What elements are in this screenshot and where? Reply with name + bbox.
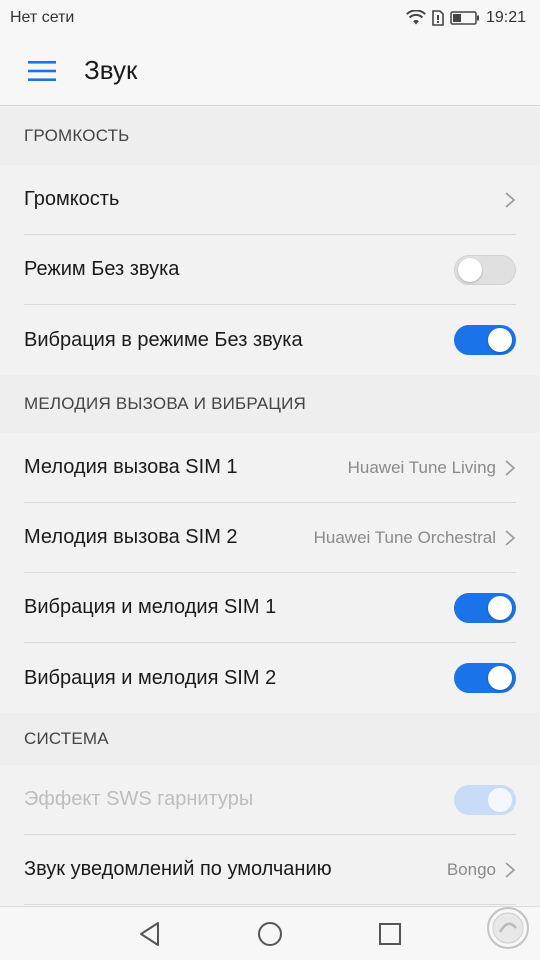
setting-label: Мелодия вызова SIM 1	[24, 456, 238, 478]
app-bar: Звук	[0, 36, 540, 106]
chevron-right-icon	[505, 459, 516, 476]
setting-label: Режим Без звука	[24, 258, 180, 280]
setting-label: Вибрация и мелодия SIM 2	[24, 666, 277, 689]
chevron-right-icon	[505, 529, 516, 546]
setting-label: Вибрация в режиме Без звука	[24, 328, 303, 351]
setting-label: Звук уведомлений по умолчанию	[24, 858, 332, 880]
clock: 19:21	[485, 9, 526, 26]
hamburger-menu-icon	[28, 60, 56, 81]
vibrate-ring-sim2-toggle[interactable]	[454, 663, 516, 693]
setting-silent-mode[interactable]: Режим Без звука	[24, 235, 516, 305]
setting-vibrate-ring-sim1[interactable]: Вибрация и мелодия SIM 1	[24, 573, 516, 643]
battery-icon	[450, 11, 479, 25]
home-icon	[258, 921, 282, 946]
setting-vibrate-ring-sim2[interactable]: Вибрация и мелодия SIM 2	[24, 643, 516, 713]
setting-ringtone-sim1[interactable]: Мелодия вызова SIM 1 Huawei Tune Living	[24, 433, 516, 503]
setting-label: Вибрация и мелодия SIM 1	[24, 596, 277, 618]
watermark-logo-icon	[487, 907, 529, 949]
setting-value: Huawei Tune Orchestral	[313, 527, 496, 547]
navigation-bar	[0, 906, 540, 960]
chevron-right-icon	[505, 191, 516, 208]
setting-label: Эффект SWS гарнитуры	[24, 788, 254, 810]
recents-button[interactable]	[370, 914, 410, 954]
setting-ringtone-sim2[interactable]: Мелодия вызова SIM 2 Huawei Tune Orchest…	[24, 503, 516, 573]
setting-value: Bongo	[446, 859, 496, 879]
setting-vibrate-in-silent[interactable]: Вибрация в режиме Без звука	[24, 305, 516, 375]
menu-button[interactable]	[0, 36, 84, 106]
section-header-volume: ГРОМКОСТЬ	[0, 107, 540, 165]
settings-list: ГРОМКОСТЬ Громкость Режим Без звука Вибр…	[0, 107, 540, 905]
chevron-right-icon	[505, 861, 516, 878]
wifi-icon	[406, 10, 426, 25]
vibrate-in-silent-toggle[interactable]	[454, 325, 516, 355]
sim-icon	[432, 10, 444, 26]
section-header-system: СИСТЕМА	[0, 713, 540, 765]
status-icons: 19:21	[406, 9, 526, 27]
status-bar: Нет сети 19:21	[0, 0, 540, 36]
recents-icon	[379, 922, 401, 945]
silent-mode-toggle[interactable]	[454, 254, 516, 285]
setting-label: Громкость	[24, 188, 120, 210]
home-button[interactable]	[250, 914, 290, 954]
back-icon	[140, 921, 159, 946]
setting-label: Мелодия вызова SIM 2	[24, 526, 238, 548]
vibrate-ring-sim1-toggle[interactable]	[454, 592, 516, 623]
setting-value: Huawei Tune Living	[347, 457, 496, 477]
network-status: Нет сети	[10, 9, 75, 26]
back-button[interactable]	[130, 914, 170, 954]
setting-volume[interactable]: Громкость	[24, 165, 516, 235]
setting-default-notification-sound[interactable]: Звук уведомлений по умолчанию Bongo	[24, 835, 516, 905]
page-title: Звук	[84, 55, 138, 85]
section-header-ringtone: МЕЛОДИЯ ВЫЗОВА И ВИБРАЦИЯ	[0, 375, 540, 433]
sws-effect-toggle	[454, 784, 516, 815]
setting-sws-effect: Эффект SWS гарнитуры	[24, 765, 516, 835]
